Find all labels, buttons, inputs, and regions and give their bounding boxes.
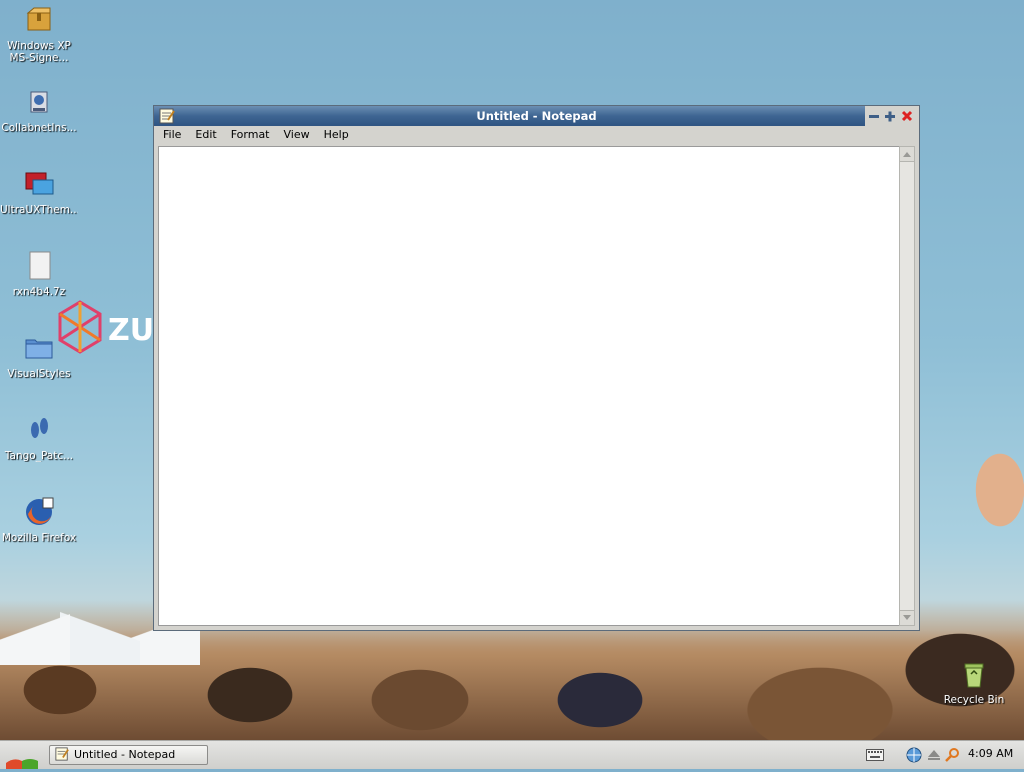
scroll-up-button[interactable] — [900, 147, 914, 162]
window-controls — [865, 106, 919, 126]
close-icon — [901, 110, 913, 122]
taskbar: Untitled - Notepad 4:09 AM — [0, 740, 1024, 769]
desktop-icon-tango-patch[interactable]: Tango_Patc... — [0, 414, 78, 462]
desktop-icon-label: CollabnetIns... — [1, 122, 77, 134]
notepad-icon — [55, 747, 69, 761]
desktop-icon-windows-xp[interactable]: Windows XP MS-Signe... — [0, 4, 78, 64]
eject-icon[interactable] — [926, 747, 942, 763]
desktop-icon-visualstyles[interactable]: VisualStyles — [0, 332, 78, 380]
vertical-scrollbar[interactable] — [899, 146, 915, 626]
zune-logo-text: ZU — [108, 313, 154, 348]
wallpaper-hand — [950, 420, 1024, 550]
desktop-icon-label: Mozilla Firefox — [1, 532, 77, 544]
start-button[interactable] — [0, 741, 44, 769]
menu-help[interactable]: Help — [319, 126, 354, 144]
desktop-icon-recycle-bin[interactable]: Recycle Bin — [935, 658, 1013, 706]
title-bar[interactable]: Untitled - Notepad — [154, 106, 919, 126]
firefox-icon — [26, 497, 54, 525]
desktop-icon-rxn4b4[interactable]: rxn4b4.7z — [0, 250, 78, 298]
arrow-up-icon — [903, 152, 911, 157]
taskbar-item-notepad[interactable]: Untitled - Notepad — [49, 745, 208, 765]
installer-icon — [30, 91, 48, 113]
scroll-down-button[interactable] — [900, 610, 914, 625]
package-icon — [26, 7, 51, 31]
minimize-button[interactable] — [867, 109, 881, 123]
menu-format[interactable]: Format — [226, 126, 275, 144]
desktop-icon-label: Tango_Patc... — [4, 450, 74, 462]
plus-icon — [885, 111, 895, 122]
network-globe-icon[interactable] — [906, 747, 922, 763]
desktop-icon-label: rxn4b4.7z — [12, 286, 66, 298]
desktop-icon-collabnet[interactable]: CollabnetIns... — [0, 86, 78, 134]
close-button[interactable] — [900, 109, 914, 123]
menu-view[interactable]: View — [279, 126, 315, 144]
window-title: Untitled - Notepad — [476, 109, 597, 123]
menu-edit[interactable]: Edit — [190, 126, 221, 144]
desktop-icon-label: Recycle Bin — [943, 694, 1005, 706]
desktop-icon-label-line2: MS-Signe... — [9, 52, 69, 64]
desktop-icon-firefox[interactable]: Mozilla Firefox — [0, 496, 78, 544]
tango-icon — [31, 418, 48, 438]
menu-file[interactable]: File — [158, 126, 186, 144]
taskbar-item-label: Untitled - Notepad — [74, 748, 176, 761]
desktop-icon-label: Windows XP — [7, 40, 71, 52]
search-icon[interactable] — [944, 747, 960, 763]
desktop-icon-label: VisualStyles — [7, 368, 71, 380]
menu-bar: File Edit Format View Help — [154, 126, 919, 146]
arrow-down-icon — [903, 615, 911, 620]
maximize-button[interactable] — [883, 109, 897, 123]
taskbar-clock[interactable]: 4:09 AM — [968, 747, 1013, 760]
desktop-icon-ultrauxtheme[interactable]: UltraUXThem... — [0, 168, 78, 216]
folder-icon — [25, 339, 53, 359]
recycle-bin-icon — [964, 663, 984, 688]
windows-logo-icon — [6, 759, 38, 769]
desktop-icon-label: UltraUXThem... — [0, 204, 78, 216]
theme-icon — [25, 172, 54, 195]
file-icon — [29, 251, 51, 280]
keyboard-icon[interactable] — [866, 749, 884, 761]
text-editor-area[interactable] — [158, 146, 900, 626]
minimize-icon — [869, 115, 879, 118]
notepad-window[interactable]: Untitled - Notepad File Edit Format View Hel… — [153, 105, 920, 631]
